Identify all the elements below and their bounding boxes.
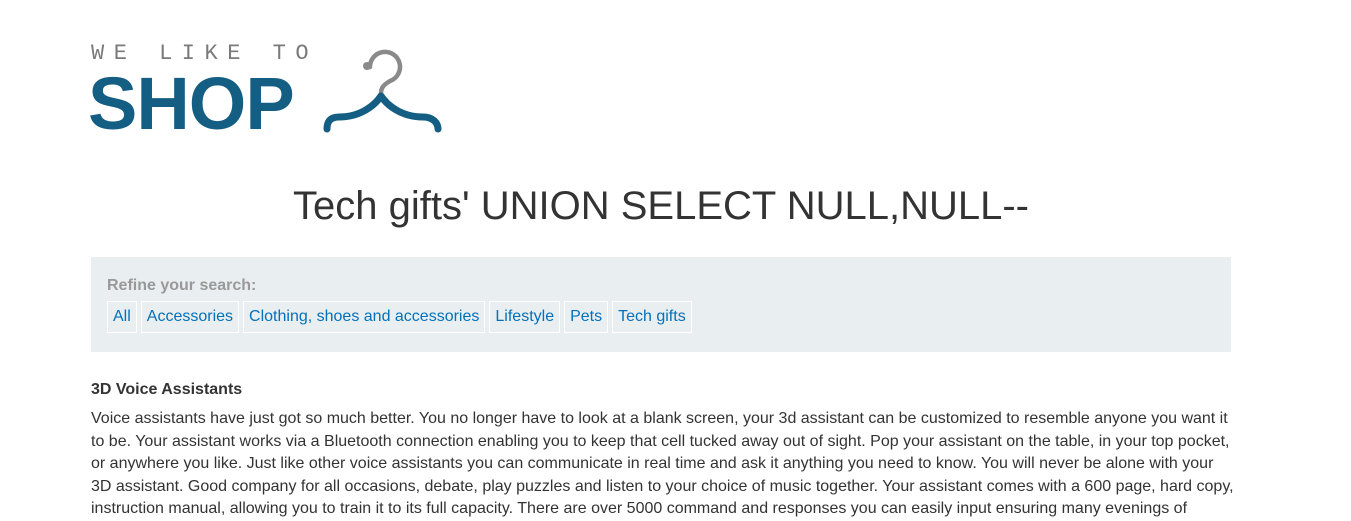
- product-title: 3D Voice Assistants: [91, 381, 243, 398]
- product-description: Voice assistants have just got so much b…: [91, 410, 1234, 517]
- filter-link-tech-gifts[interactable]: Tech gifts: [612, 301, 692, 333]
- filter-link-clothing[interactable]: Clothing, shoes and accessories: [243, 301, 486, 333]
- search-filters: Refine your search: All Accessories Clot…: [91, 257, 1231, 352]
- filter-link-lifestyle[interactable]: Lifestyle: [489, 301, 561, 333]
- filter-link-pets[interactable]: Pets: [564, 301, 609, 333]
- filter-category-list: All Accessories Clothing, shoes and acce…: [107, 301, 696, 333]
- filter-link-accessories[interactable]: Accessories: [140, 301, 240, 333]
- hanger-icon: [323, 49, 442, 133]
- filter-label: Refine your search:: [107, 277, 257, 294]
- site-logo[interactable]: WE LIKE TO SHOP: [88, 40, 451, 145]
- logo-wordmark: SHOP: [88, 62, 295, 145]
- page-title: Tech gifts' UNION SELECT NULL,NULL--: [293, 184, 1029, 228]
- filter-link-all[interactable]: All: [107, 301, 137, 333]
